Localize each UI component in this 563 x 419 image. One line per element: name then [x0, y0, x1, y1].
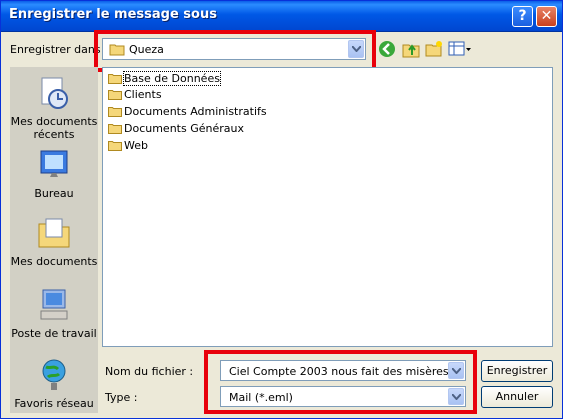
save-dialog: Enregistrer le message sous ? ✕ Enregist…	[0, 0, 563, 419]
title-bar[interactable]: Enregistrer le message sous ? ✕	[1, 1, 562, 32]
file-name: Web	[124, 139, 148, 152]
up-folder-icon[interactable]	[402, 40, 422, 60]
place-label: Poste de travail	[11, 327, 97, 340]
recent-documents-icon	[36, 75, 72, 111]
file-name: Clients	[124, 88, 162, 101]
highlight-box	[94, 30, 376, 72]
save-in-label: Enregistrer dans	[10, 43, 101, 56]
window-title: Enregistrer le message sous	[9, 7, 217, 22]
save-button[interactable]: Enregistrer	[481, 360, 553, 382]
view-menu-icon[interactable]	[448, 40, 472, 60]
place-label: Mes documents récents	[10, 115, 98, 141]
cancel-button[interactable]: Annuler	[481, 386, 553, 408]
file-name: Documents Administratifs	[124, 105, 267, 118]
file-list[interactable]: Base de Données Clients Documents Admini…	[102, 67, 553, 347]
my-computer-icon	[36, 287, 72, 323]
folder-icon	[108, 140, 122, 151]
place-desktop[interactable]: Bureau	[10, 147, 98, 200]
places-bar: Mes documents récents Bureau Mes documen…	[10, 67, 98, 413]
place-label: Mes documents	[10, 255, 98, 268]
back-icon[interactable]	[378, 40, 398, 60]
place-network[interactable]: Favoris réseau	[10, 357, 98, 410]
place-recent-documents[interactable]: Mes documents récents	[10, 75, 98, 141]
place-my-computer[interactable]: Poste de travail	[10, 287, 98, 340]
file-name: Base de Données	[123, 71, 221, 86]
filename-label: Nom du fichier :	[105, 365, 194, 378]
my-documents-icon	[36, 215, 72, 251]
network-places-icon	[36, 357, 72, 393]
highlight-box	[204, 350, 477, 414]
new-folder-icon[interactable]	[425, 40, 445, 60]
filetype-label: Type :	[105, 391, 138, 404]
folder-icon	[108, 73, 122, 84]
folder-icon	[108, 89, 122, 100]
place-label: Bureau	[34, 187, 74, 200]
place-label: Favoris réseau	[14, 397, 94, 410]
close-button[interactable]: ✕	[536, 6, 557, 27]
place-my-documents[interactable]: Mes documents	[10, 215, 98, 268]
file-name: Documents Généraux	[124, 122, 244, 135]
help-button[interactable]: ?	[512, 6, 533, 27]
folder-icon	[108, 123, 122, 134]
desktop-icon	[36, 147, 72, 183]
folder-icon	[108, 106, 122, 117]
